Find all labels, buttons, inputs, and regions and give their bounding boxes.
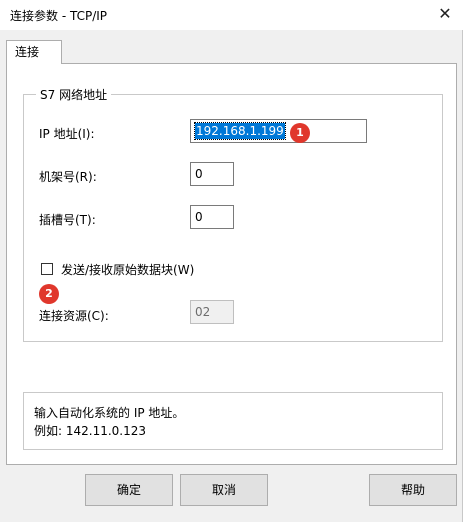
close-icon[interactable]: ✕ xyxy=(433,3,457,25)
tab-connection[interactable]: 连接 xyxy=(6,40,62,64)
slot-label: 插槽号(T): xyxy=(39,213,96,227)
connection-resource-value: 02 xyxy=(195,305,211,319)
dialog-window: 连接参数 - TCP/IP ✕ 连接 S7 网络地址 IP 地址(I): 192… xyxy=(0,0,463,522)
annotation-marker-1: 1 xyxy=(290,123,310,143)
ok-button[interactable]: 确定 xyxy=(85,474,173,506)
group-title: S7 网络地址 xyxy=(36,86,112,103)
raw-block-checkbox[interactable] xyxy=(41,263,53,275)
annotation-marker-2: 2 xyxy=(39,284,59,304)
tab-panel: S7 网络地址 IP 地址(I): 192.168.1.199 1 机架号(R)… xyxy=(6,63,457,465)
slot-value: 0 xyxy=(195,210,203,224)
rack-label: 机架号(R): xyxy=(39,170,97,184)
window-title: 连接参数 - TCP/IP xyxy=(10,9,108,23)
help-button[interactable]: 帮助 xyxy=(369,474,457,506)
help-line-1: 输入自动化系统的 IP 地址。 xyxy=(34,406,185,420)
tab-label: 连接 xyxy=(15,45,40,59)
slot-field[interactable]: 0 xyxy=(190,205,234,229)
ip-address-value: 192.168.1.199 xyxy=(194,122,286,140)
ip-address-field[interactable]: 192.168.1.199 xyxy=(190,119,367,143)
connection-resource-label: 连接资源(C): xyxy=(39,309,109,323)
title-bar: 连接参数 - TCP/IP ✕ xyxy=(0,0,463,30)
ip-address-label: IP 地址(I): xyxy=(39,127,95,141)
rack-field[interactable]: 0 xyxy=(190,162,234,186)
connection-resource-field: 02 xyxy=(190,300,234,324)
help-line-2: 例如: 142.11.0.123 xyxy=(34,424,147,438)
help-text-box: 输入自动化系统的 IP 地址。 例如: 142.11.0.123 xyxy=(23,392,443,450)
rack-value: 0 xyxy=(195,167,203,181)
network-address-group: S7 网络地址 IP 地址(I): 192.168.1.199 1 机架号(R)… xyxy=(23,86,443,342)
raw-block-label: 发送/接收原始数据块(W) xyxy=(61,263,195,277)
cancel-button[interactable]: 取消 xyxy=(180,474,268,506)
